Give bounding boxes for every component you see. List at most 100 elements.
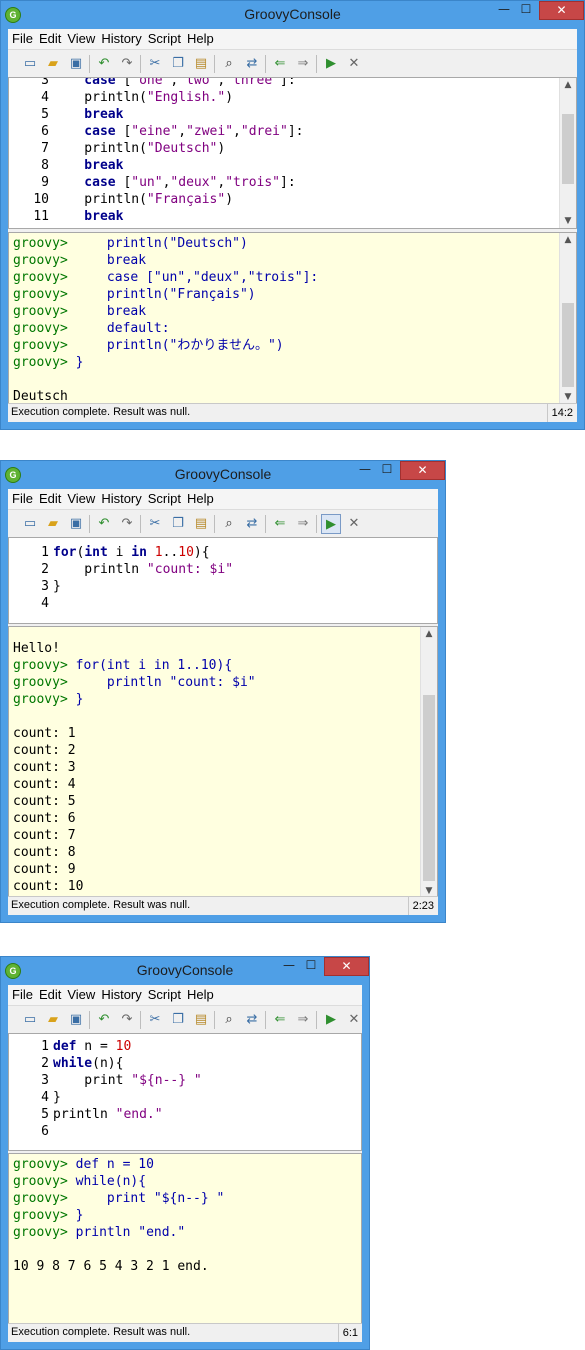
- close-button[interactable]: ✕: [539, 1, 584, 20]
- maximize-button[interactable]: ☐: [300, 957, 322, 976]
- find-icon[interactable]: ⌕: [219, 514, 239, 534]
- history-next-icon[interactable]: ⇒: [293, 514, 313, 534]
- close-button[interactable]: ✕: [324, 957, 369, 976]
- menu-view[interactable]: View: [64, 489, 98, 506]
- scroll-up-arrow-icon[interactable]: ▲: [560, 78, 576, 92]
- menu-help[interactable]: Help: [184, 489, 217, 506]
- code-line[interactable]: println("Deutsch"): [53, 140, 558, 157]
- title-bar[interactable]: G GroovyConsole — ☐ ✕: [1, 1, 584, 29]
- maximize-button[interactable]: ☐: [515, 1, 537, 20]
- code-line[interactable]: case ["eine","zwei","drei"]:: [53, 123, 558, 140]
- open-folder-icon[interactable]: ▰: [43, 1010, 63, 1030]
- code-line[interactable]: case ["one","two","three"]:: [53, 78, 558, 89]
- code-line[interactable]: while(n){: [53, 1055, 357, 1072]
- menu-file[interactable]: File: [8, 29, 36, 46]
- scroll-thumb[interactable]: [562, 114, 574, 184]
- replace-icon[interactable]: ⇄: [242, 54, 262, 74]
- cut-icon[interactable]: ✂: [145, 54, 165, 74]
- code-line[interactable]: def n = 10: [53, 1038, 357, 1055]
- open-folder-icon[interactable]: ▰: [43, 514, 63, 534]
- menu-edit[interactable]: Edit: [36, 489, 64, 506]
- redo-icon[interactable]: ↷: [117, 1010, 137, 1030]
- code-line[interactable]: for(int i in 1..10){: [53, 544, 433, 561]
- menu-history[interactable]: History: [98, 985, 144, 1002]
- menu-file[interactable]: File: [8, 489, 36, 506]
- menu-edit[interactable]: Edit: [36, 29, 64, 46]
- save-icon[interactable]: ▣: [66, 1010, 86, 1030]
- code-line[interactable]: [53, 1123, 357, 1140]
- menu-edit[interactable]: Edit: [36, 985, 64, 1002]
- undo-icon[interactable]: ↶: [94, 54, 114, 74]
- menu-help[interactable]: Help: [184, 29, 217, 46]
- output-vertical-scrollbar[interactable]: ▲ ▼: [420, 627, 437, 898]
- copy-icon[interactable]: ❐: [168, 514, 188, 534]
- code-line[interactable]: }: [53, 1089, 357, 1106]
- menu-script[interactable]: Script: [145, 985, 184, 1002]
- menu-script[interactable]: Script: [145, 29, 184, 46]
- code-line[interactable]: println "count: $i": [53, 561, 433, 578]
- new-file-icon[interactable]: ▭: [20, 1010, 40, 1030]
- scroll-down-arrow-icon[interactable]: ▼: [560, 214, 576, 228]
- output-pane[interactable]: groovy> println("Deutsch") groovy> break g…: [8, 232, 577, 405]
- copy-icon[interactable]: ❐: [168, 1010, 188, 1030]
- redo-icon[interactable]: ↷: [117, 514, 137, 534]
- code-line[interactable]: println("English."): [53, 89, 558, 106]
- code-line[interactable]: println "end.": [53, 1106, 357, 1123]
- history-previous-icon[interactable]: ⇐: [270, 1010, 290, 1030]
- code-line[interactable]: break: [53, 106, 558, 123]
- code-lines[interactable]: for(int i in 1..10){ println "count: $i"…: [53, 544, 433, 612]
- save-icon[interactable]: ▣: [66, 54, 86, 74]
- run-script-icon[interactable]: ▶: [321, 1010, 341, 1030]
- editor-vertical-scrollbar[interactable]: ▲ ▼: [559, 78, 576, 228]
- scroll-thumb[interactable]: [562, 303, 574, 387]
- undo-icon[interactable]: ↶: [94, 514, 114, 534]
- run-script-icon[interactable]: ▶: [321, 54, 341, 74]
- find-icon[interactable]: ⌕: [219, 54, 239, 74]
- code-editor[interactable]: 123456 def n = 10 while(n){ print "${n--}…: [8, 1033, 362, 1151]
- replace-icon[interactable]: ⇄: [242, 514, 262, 534]
- output-pane[interactable]: groovy> def n = 10 groovy> while(n){groov…: [8, 1153, 362, 1327]
- code-line[interactable]: print "${n--} ": [53, 1072, 357, 1089]
- cut-icon[interactable]: ✂: [145, 514, 165, 534]
- new-file-icon[interactable]: ▭: [20, 514, 40, 534]
- code-line[interactable]: case ["un","deux","trois"]:: [53, 174, 558, 191]
- code-editor[interactable]: 3 4 5 6 7 8 9 10 11 case ["one","two","three"]: …: [8, 77, 577, 229]
- close-button[interactable]: ✕: [400, 461, 445, 480]
- history-previous-icon[interactable]: ⇐: [270, 514, 290, 534]
- menu-script[interactable]: Script: [145, 489, 184, 506]
- code-line[interactable]: break: [53, 157, 558, 174]
- code-lines[interactable]: def n = 10 while(n){ print "${n--} "} prin…: [53, 1038, 357, 1140]
- menu-history[interactable]: History: [98, 489, 144, 506]
- menu-view[interactable]: View: [64, 29, 98, 46]
- new-file-icon[interactable]: ▭: [20, 54, 40, 74]
- menu-file[interactable]: File: [8, 985, 36, 1002]
- menu-history[interactable]: History: [98, 29, 144, 46]
- replace-icon[interactable]: ⇄: [242, 1010, 262, 1030]
- paste-icon[interactable]: ▤: [191, 514, 211, 534]
- save-icon[interactable]: ▣: [66, 514, 86, 534]
- copy-icon[interactable]: ❐: [168, 54, 188, 74]
- code-line[interactable]: println("Français"): [53, 191, 558, 208]
- menu-help[interactable]: Help: [184, 985, 217, 1002]
- paste-icon[interactable]: ▤: [191, 1010, 211, 1030]
- output-pane[interactable]: Hello! groovy> for(int i in 1..10){groovy…: [8, 626, 438, 899]
- scroll-thumb[interactable]: [423, 695, 435, 881]
- scroll-up-arrow-icon[interactable]: ▲: [560, 233, 576, 247]
- interrupt-icon[interactable]: ✕: [344, 1010, 364, 1030]
- code-line[interactable]: break: [53, 208, 558, 225]
- code-lines[interactable]: case ["one","two","three"]: println("Eng…: [53, 78, 558, 225]
- run-script-icon[interactable]: ▶: [321, 514, 341, 534]
- undo-icon[interactable]: ↶: [94, 1010, 114, 1030]
- code-editor[interactable]: 1 2 3 4 for(int i in 1..10){ println "count…: [8, 537, 438, 624]
- history-next-icon[interactable]: ⇒: [293, 1010, 313, 1030]
- paste-icon[interactable]: ▤: [191, 54, 211, 74]
- minimize-button[interactable]: —: [493, 1, 515, 20]
- minimize-button[interactable]: —: [278, 957, 300, 976]
- scroll-down-arrow-icon[interactable]: ▼: [560, 390, 576, 404]
- redo-icon[interactable]: ↷: [117, 54, 137, 74]
- maximize-button[interactable]: ☐: [376, 461, 398, 480]
- title-bar[interactable]: G GroovyConsole — ☐ ✕: [1, 957, 369, 985]
- cut-icon[interactable]: ✂: [145, 1010, 165, 1030]
- title-bar[interactable]: G GroovyConsole — ☐ ✕: [1, 461, 445, 489]
- minimize-button[interactable]: —: [354, 461, 376, 480]
